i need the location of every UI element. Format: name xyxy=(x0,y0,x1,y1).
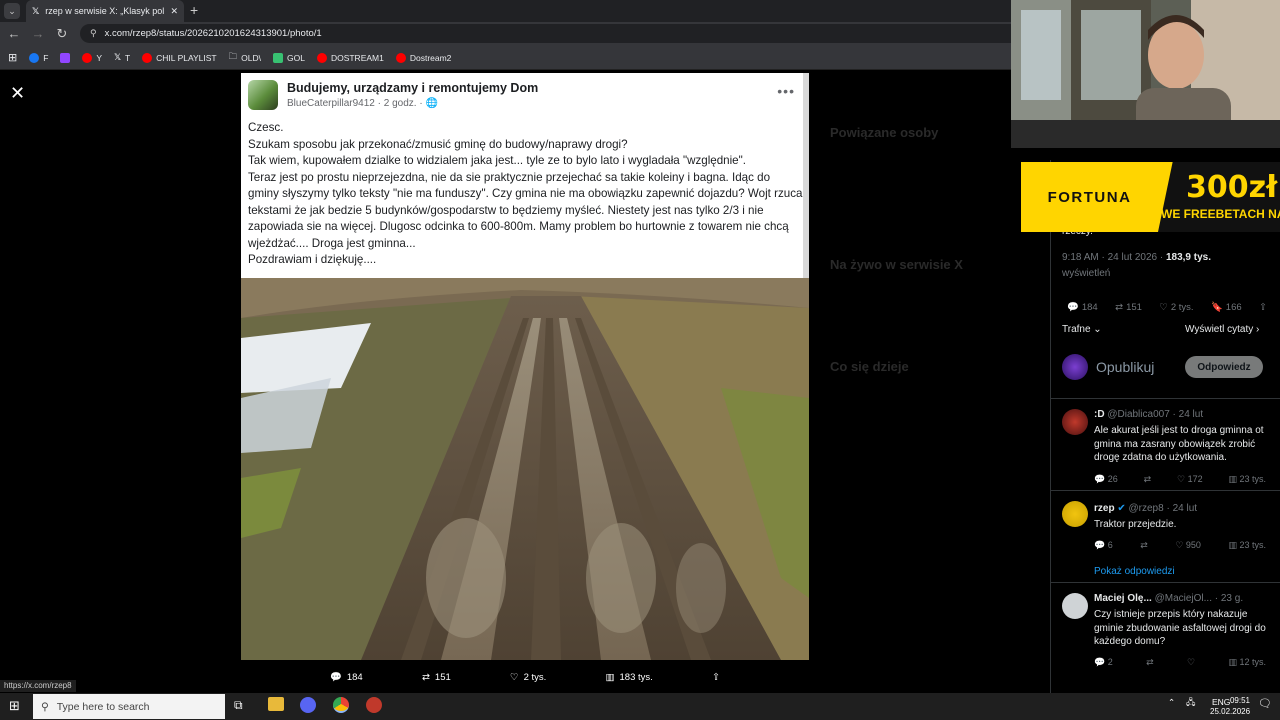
reply-icon: 💬 2 xyxy=(1094,657,1113,667)
sort-dropdown[interactable]: Trafne ⌄ xyxy=(1062,324,1102,335)
dimmed-sidebar: Powiązane osoby Na żywo w serwisie X Co … xyxy=(812,73,1050,693)
task-view-icon[interactable]: ⧉ xyxy=(234,698,243,713)
fortuna-logo: FORTUNA xyxy=(1021,162,1158,232)
reply-icon: 💬 26 xyxy=(1094,474,1118,484)
avatar xyxy=(1062,409,1088,435)
tab-title: rzep w serwisie X: „Klasyk polsk xyxy=(45,6,165,16)
clock[interactable]: 09:51 25.02.2026 xyxy=(1210,695,1250,717)
apps-icon[interactable]: ⊞ xyxy=(8,51,17,64)
discord-icon[interactable] xyxy=(300,697,316,713)
address-bar[interactable]: ⚲ x.com/rzep8/status/2026210201624313901… xyxy=(80,24,1020,43)
verified-icon: ✔ xyxy=(1117,503,1126,514)
start-button[interactable]: ⊞ xyxy=(9,698,20,714)
analytics-icon: ▥ 12 tys. xyxy=(1228,657,1266,667)
like-count[interactable]: ♡ 2 tys. xyxy=(1159,302,1193,313)
analytics-icon: ▥ 23 tys. xyxy=(1228,540,1266,550)
group-avatar xyxy=(248,80,278,110)
bookmark-gol[interactable]: GOL xyxy=(272,52,305,63)
x-logo-icon: 𝕏 xyxy=(32,5,40,16)
muddy-road-photo xyxy=(241,278,809,660)
reply-count[interactable]: 💬 184 xyxy=(1067,302,1098,313)
reply-icon: 💬 xyxy=(330,671,342,683)
globe-icon: 🌐 xyxy=(425,98,438,109)
file-explorer-icon[interactable] xyxy=(268,697,284,711)
repost-icon: ⇄ xyxy=(1143,474,1152,484)
reply-icon: 💬 6 xyxy=(1094,540,1113,550)
analytics-icon: ▥ xyxy=(605,671,615,683)
bookmark-folder-old[interactable]: 🗀 OLD\ xyxy=(229,51,261,65)
network-icon[interactable]: 🖧 xyxy=(1186,697,1195,711)
webcam-overlay xyxy=(1011,0,1280,148)
tweet-timestamp: 9:18 AM · 24 lut 2026 · 183,9 tys. xyxy=(1062,252,1211,263)
avatar xyxy=(1062,501,1088,527)
heart-icon: ♡ xyxy=(510,671,519,683)
reply-submit-button[interactable]: Odpowiedz xyxy=(1185,356,1263,378)
analytics-icon: ▥ 23 tys. xyxy=(1228,474,1266,484)
tweet-stats: 💬 184 ⇄ 151 ♡ 2 tys. 🔖 166 ⇪ xyxy=(1067,302,1267,313)
close-photo-button[interactable]: ✕ xyxy=(10,83,25,104)
post-photo[interactable]: Budujemy, urządzamy i remontujemy Dom Bl… xyxy=(241,73,809,660)
bookmark-f[interactable]: F xyxy=(29,52,48,63)
user-avatar xyxy=(1062,354,1088,380)
views-button[interactable]: ▥ 183 tys. xyxy=(606,672,653,683)
compose-input[interactable]: Opublikuj xyxy=(1096,359,1154,375)
close-tab-icon[interactable]: ✕ xyxy=(170,6,178,17)
bookmark-chil-playlist[interactable]: CHIL PLAYLIST xyxy=(142,52,217,63)
post-meta: BlueCaterpillar9412 · 2 godz. · 🌐 xyxy=(287,98,438,109)
fortuna-ad-banner[interactable]: FORTUNA 300zł WE FREEBETACH NA STAR xyxy=(1021,162,1280,232)
fb-post-text: Czesc. Szukam sposobu jak przekonać/zmus… xyxy=(248,121,803,266)
heart-icon: ♡ 950 xyxy=(1175,540,1201,550)
bookmark-dostream1[interactable]: DOSTREAM1 xyxy=(316,52,384,63)
share-icon: ⇪ xyxy=(712,671,720,683)
ad-amount: 300zł xyxy=(1186,170,1278,205)
folder-icon: 🗀 xyxy=(228,50,238,61)
avatar xyxy=(1062,593,1088,619)
repost-icon: ⇄ xyxy=(1140,540,1148,550)
notifications-icon[interactable]: 🗨 xyxy=(1258,697,1272,710)
bookmark-youtube[interactable]: Y xyxy=(82,52,102,63)
back-button[interactable]: ← xyxy=(6,26,22,41)
forward-button[interactable]: → xyxy=(30,26,46,41)
heart-icon: ♡ xyxy=(1187,657,1196,667)
reply-item[interactable]: rzep ✔ @rzep8 · 24 lut Traktor przejedzi… xyxy=(1051,490,1280,580)
reply-button[interactable]: 💬 184 xyxy=(330,672,363,683)
photo-actions-bar: 💬 184 ⇄ 151 ♡ 2 tys. ▥ 183 tys. ⇪ xyxy=(330,668,720,686)
bookmark-dostream2[interactable]: Dostream2 xyxy=(395,52,451,63)
like-button[interactable]: ♡ 2 tys. xyxy=(510,672,546,683)
bookmark-x[interactable]: 𝕏T xyxy=(114,52,130,63)
bookmark-count[interactable]: 🔖 166 xyxy=(1211,302,1242,313)
more-options-icon: ••• xyxy=(777,83,795,99)
search-icon: ⚲ xyxy=(41,700,49,713)
group-name: Budujemy, urządzamy i remontujemy Dom xyxy=(287,81,539,95)
view-quotes-link[interactable]: Wyświetl cytaty › xyxy=(1185,324,1259,335)
repost-icon: ⇄ xyxy=(421,671,430,683)
status-url: https://x.com/rzep8 xyxy=(0,680,76,692)
ad-subtitle: WE FREEBETACH NA STAR xyxy=(1161,207,1280,221)
site-info-icon[interactable]: ⚲ xyxy=(90,28,97,39)
share-button[interactable]: ⇪ xyxy=(712,672,720,683)
tray-chevron-icon[interactable]: ⌃ xyxy=(1168,697,1175,708)
heart-icon: ♡ 172 xyxy=(1177,474,1203,484)
repost-count[interactable]: ⇄ 151 xyxy=(1115,302,1142,313)
taskbar-search[interactable]: ⚲ Type here to search xyxy=(33,694,225,719)
tab-search-button[interactable]: ⌄ xyxy=(4,3,20,19)
reload-button[interactable]: ↻ xyxy=(54,26,70,42)
repost-button[interactable]: ⇄ 151 xyxy=(422,672,451,683)
browser-tab[interactable]: 𝕏 rzep w serwisie X: „Klasyk polsk ✕ xyxy=(26,0,184,22)
fb-post-header: Budujemy, urządzamy i remontujemy Dom Bl… xyxy=(241,73,809,117)
share-icon[interactable]: ⇪ xyxy=(1259,302,1267,313)
url-text: x.com/rzep8/status/2026210201624313901/p… xyxy=(104,28,322,39)
obs-icon[interactable] xyxy=(366,697,382,713)
show-replies-link[interactable]: Pokaż odpowiedzi xyxy=(1094,566,1175,577)
bookmark-twitch[interactable] xyxy=(60,52,71,63)
reply-item[interactable]: Maciej Olę... @MaciejOl... · 23 g. Czy i… xyxy=(1051,582,1280,682)
repost-icon: ⇄ xyxy=(1146,657,1154,667)
new-tab-button[interactable]: + xyxy=(190,2,198,18)
chrome-icon[interactable] xyxy=(333,697,349,713)
reply-item[interactable]: :D @Diablica007 · 24 lut Ale akurat jeśl… xyxy=(1051,398,1280,490)
conversation-panel: rzeczy. 9:18 AM · 24 lut 2026 · 183,9 ty… xyxy=(1050,160,1280,693)
